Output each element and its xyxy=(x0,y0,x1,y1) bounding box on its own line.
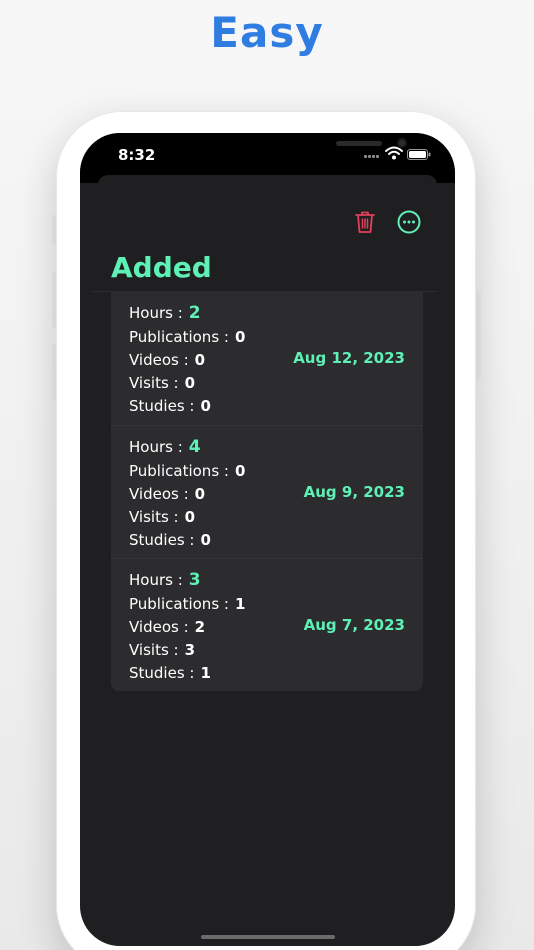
videos-line: Videos : 0 xyxy=(129,351,205,369)
hours-label: Hours : xyxy=(129,304,183,322)
visits-label: Visits : xyxy=(129,641,179,659)
hours-line: Hours : 3 xyxy=(129,570,201,590)
studies-value: 1 xyxy=(200,664,211,682)
phone-power-button xyxy=(476,291,481,381)
publications-label: Publications : xyxy=(129,462,229,480)
publications-line: Publications : 1 xyxy=(129,595,245,613)
publications-line: Publications : 0 xyxy=(129,328,245,346)
home-indicator[interactable] xyxy=(201,935,335,939)
cellular-icon xyxy=(364,155,380,159)
visits-value: 0 xyxy=(184,374,196,392)
publications-value: 0 xyxy=(234,328,246,346)
entry-row[interactable]: Hours : 2 Publications : 0 Videos : 0 Visit… xyxy=(111,292,423,425)
hours-label: Hours : xyxy=(129,571,183,589)
videos-label: Videos : xyxy=(129,618,189,636)
more-icon[interactable] xyxy=(397,210,421,234)
videos-value: 0 xyxy=(194,485,206,503)
videos-label: Videos : xyxy=(129,485,189,503)
visits-value: 3 xyxy=(184,641,196,659)
entry-date: Aug 7, 2023 xyxy=(303,616,405,634)
status-time: 8:32 xyxy=(118,146,156,164)
entry-row[interactable]: Hours : 4 Publications : 0 Videos : 0 Visit… xyxy=(111,425,423,558)
videos-label: Videos : xyxy=(129,351,189,369)
hours-value: 4 xyxy=(188,437,201,457)
studies-value: 0 xyxy=(200,397,211,415)
entry-date: Aug 12, 2023 xyxy=(293,349,405,367)
studies-line: Studies : 0 xyxy=(129,397,211,415)
phone-notch xyxy=(172,133,407,162)
entry-date: Aug 9, 2023 xyxy=(303,483,405,501)
publications-value: 0 xyxy=(234,462,246,480)
battery-icon xyxy=(407,149,431,160)
studies-value: 0 xyxy=(200,531,211,549)
publications-value: 1 xyxy=(234,595,246,613)
visits-value: 0 xyxy=(184,508,196,526)
visits-line: Visits : 0 xyxy=(129,508,195,526)
videos-line: Videos : 2 xyxy=(129,618,205,636)
studies-label: Studies : xyxy=(129,531,195,549)
videos-value: 0 xyxy=(194,351,206,369)
publications-line: Publications : 0 xyxy=(129,462,245,480)
entry-row[interactable]: Hours : 3 Publications : 1 Videos : 2 Visit… xyxy=(111,558,423,691)
page-title: Added xyxy=(111,251,212,284)
hours-line: Hours : 4 xyxy=(129,437,201,457)
app-screen: 8:32 Added Hours : 2 Publications: 0 Vid… xyxy=(80,133,455,946)
visits-label: Visits : xyxy=(129,374,179,392)
promo-headline: Easy xyxy=(210,8,324,57)
visits-line: Visits : 0 xyxy=(129,374,195,392)
hours-value: 3 xyxy=(188,570,201,590)
publications-label: Publications : xyxy=(129,595,229,613)
sheet-edge xyxy=(98,175,437,189)
hours-line: Hours : 2 xyxy=(129,303,201,323)
publications-label: Publications : xyxy=(129,328,229,346)
studies-label: Studies : xyxy=(129,397,195,415)
studies-line: Studies : 1 xyxy=(129,664,211,682)
hours-value: 2 xyxy=(188,303,201,323)
videos-line: Videos : 0 xyxy=(129,485,205,503)
entries-list: Hours : 2 Publications : 0 Videos : 0 Visit… xyxy=(111,292,423,691)
visits-label: Visits : xyxy=(129,508,179,526)
visits-line: Visits : 3 xyxy=(129,641,195,659)
front-camera xyxy=(397,138,407,148)
studies-label: Studies : xyxy=(129,664,195,682)
speaker-grille xyxy=(336,141,382,146)
studies-line: Studies : 0 xyxy=(129,531,211,549)
videos-value: 2 xyxy=(194,618,206,636)
hours-label: Hours : xyxy=(129,438,183,456)
wifi-icon xyxy=(385,146,403,160)
trash-icon[interactable] xyxy=(355,210,375,234)
